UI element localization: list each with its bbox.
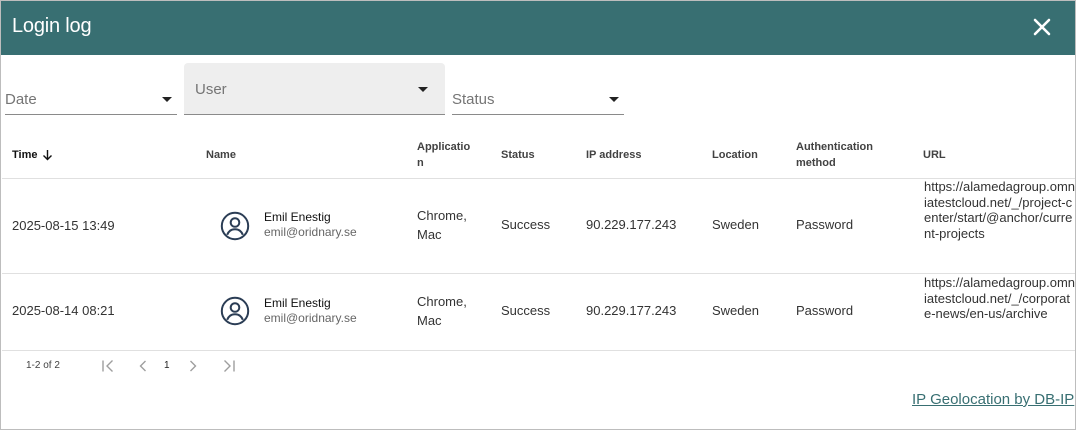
- cell-status: Success: [501, 303, 551, 318]
- cell-ip-address: 90.229.177.243: [586, 217, 677, 232]
- login-log-dialog: Login log Date User Status Time Name App…: [0, 0, 1076, 430]
- current-page-number: 1: [164, 360, 170, 371]
- pagination-range: 1-2 of 2: [26, 360, 60, 371]
- column-header-ip-address[interactable]: IP address: [586, 147, 641, 163]
- user-avatar-icon: [220, 211, 250, 241]
- column-header-location[interactable]: Location: [712, 147, 758, 163]
- user-name: Emil Enestig: [264, 296, 331, 310]
- close-icon: [1033, 18, 1051, 36]
- status-filter-select[interactable]: Status: [452, 63, 624, 115]
- cell-ip-address: 90.229.177.243: [586, 303, 677, 318]
- user-filter-underline: [184, 114, 445, 115]
- status-filter-label: Status: [452, 91, 495, 108]
- pagination: 1-2 of 2 1: [1, 351, 401, 381]
- arrow-down-icon: [42, 150, 52, 161]
- next-page-icon: [190, 360, 197, 372]
- user-email: emil@oridnary.se: [264, 225, 357, 239]
- dialog-header: Login log: [1, 1, 1075, 55]
- cell-location: Sweden: [712, 217, 759, 232]
- table-row[interactable]: 2025-08-15 13:49 Emil Enestig emil@oridn…: [2, 179, 1075, 273]
- first-page-icon: [102, 360, 113, 372]
- table-row[interactable]: 2025-08-14 08:21 Emil Enestig emil@oridn…: [2, 274, 1075, 350]
- cell-time: 2025-08-14 08:21: [12, 303, 115, 318]
- status-filter-underline: [452, 114, 624, 115]
- user-avatar-icon: [220, 296, 250, 326]
- cell-status: Success: [501, 217, 551, 232]
- date-filter-select[interactable]: Date: [5, 63, 177, 115]
- dropdown-arrow-icon: [162, 97, 172, 102]
- user-filter-label: User: [195, 81, 227, 98]
- cell-application: Chrome, Mac: [417, 208, 467, 242]
- column-header-name[interactable]: Name: [206, 147, 236, 163]
- last-page-icon: [224, 360, 235, 372]
- close-button[interactable]: [1029, 14, 1055, 40]
- user-filter-select[interactable]: User: [184, 63, 445, 115]
- dropdown-arrow-icon: [609, 97, 619, 102]
- cell-application: Chrome, Mac: [417, 294, 467, 328]
- cell-authentication-method: Password: [796, 217, 854, 232]
- user-name: Emil Enestig: [264, 210, 331, 224]
- date-filter-label: Date: [5, 91, 37, 108]
- previous-page-button[interactable]: [135, 358, 151, 374]
- cell-url: https://alamedagroup.omniatestcloud.net/…: [924, 179, 1076, 241]
- dialog-title: Login log: [12, 15, 92, 37]
- column-header-status[interactable]: Status: [501, 147, 535, 163]
- column-header-url[interactable]: URL: [923, 147, 946, 163]
- next-page-button[interactable]: [185, 358, 201, 374]
- cell-url: https://alamedagroup.omniatestcloud.net/…: [924, 275, 1076, 321]
- cell-location: Sweden: [712, 303, 759, 318]
- column-header-authentication-method[interactable]: Authentication method: [796, 139, 886, 171]
- column-header-time[interactable]: Time: [12, 147, 53, 163]
- cell-time: 2025-08-15 13:49: [12, 218, 115, 233]
- dropdown-arrow-icon: [418, 87, 428, 92]
- last-page-button[interactable]: [221, 358, 237, 374]
- first-page-button[interactable]: [100, 358, 116, 374]
- user-email: emil@oridnary.se: [264, 311, 357, 325]
- previous-page-icon: [139, 360, 146, 372]
- ip-geolocation-link[interactable]: IP Geolocation by DB-IP: [912, 391, 1074, 408]
- cell-authentication-method: Password: [796, 303, 854, 318]
- date-filter-underline: [5, 114, 177, 115]
- column-label-time: Time: [12, 149, 38, 161]
- column-header-application[interactable]: Application: [417, 139, 473, 171]
